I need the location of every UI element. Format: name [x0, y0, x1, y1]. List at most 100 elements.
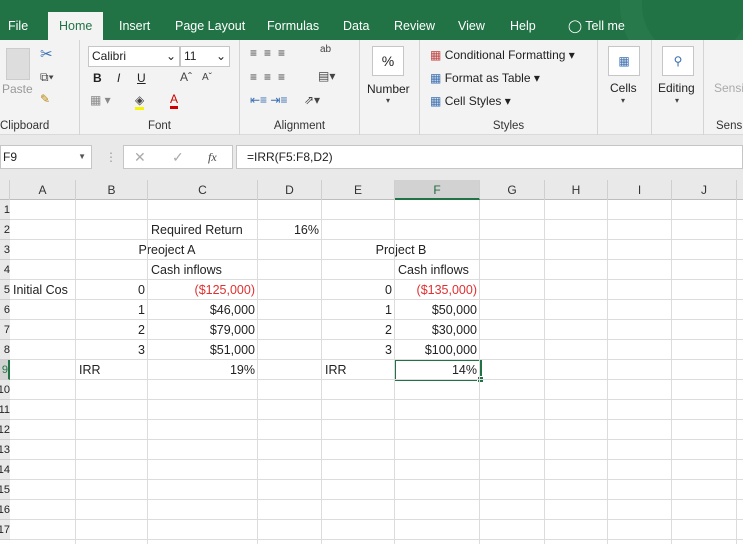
- tab-data[interactable]: Data: [335, 12, 377, 40]
- column-header-D[interactable]: D: [258, 180, 322, 200]
- increase-font-icon[interactable]: Aˆ: [180, 70, 192, 84]
- column-header-H[interactable]: H: [545, 180, 608, 200]
- enter-icon[interactable]: ✓: [172, 149, 184, 166]
- column-header-B[interactable]: B: [76, 180, 148, 200]
- row-header-9[interactable]: 9: [0, 360, 10, 380]
- cell-styles-button[interactable]: ▦ Cell Styles ▾: [430, 94, 511, 108]
- cell-B9[interactable]: IRR: [76, 360, 148, 380]
- sensitivity-group[interactable]: Sensi Sensi: [704, 40, 743, 135]
- horizontal-align-icons[interactable]: ≡≡≡: [250, 70, 292, 84]
- sensitivity-button[interactable]: Sensi: [714, 81, 743, 95]
- format-as-table-button[interactable]: ▦ Format as Table ▾: [430, 71, 540, 85]
- row-header-17[interactable]: 17: [0, 520, 10, 540]
- active-cell-selection[interactable]: [394, 359, 484, 383]
- row-header-12[interactable]: 12: [0, 420, 10, 440]
- font-size-select[interactable]: 11 ⌄: [180, 46, 230, 67]
- column-header-E[interactable]: E: [322, 180, 395, 200]
- conditional-formatting-button[interactable]: ▦ Conditional Formatting ▾: [430, 48, 575, 62]
- cut-icon[interactable]: ✂: [40, 45, 53, 63]
- tab-file[interactable]: File: [0, 12, 36, 40]
- row-header-1[interactable]: 1: [0, 200, 10, 220]
- cell-D2[interactable]: 16%: [258, 220, 322, 240]
- name-box[interactable]: F9 ▼: [0, 145, 92, 169]
- insert-function-icon[interactable]: fx: [208, 150, 217, 165]
- italic-button[interactable]: I: [117, 71, 120, 85]
- merge-center-icon[interactable]: ▤▾: [318, 69, 335, 83]
- select-all-button[interactable]: [0, 180, 10, 200]
- row-header-16[interactable]: 16: [0, 500, 10, 520]
- editing-group[interactable]: ⚲ Editing ▾: [652, 40, 704, 135]
- formula-input[interactable]: =IRR(F5:F8,D2): [236, 145, 743, 169]
- cell-F5[interactable]: ($135,000): [395, 280, 480, 300]
- tab-view[interactable]: View: [450, 12, 493, 40]
- row-header-4[interactable]: 4: [0, 260, 10, 280]
- underline-button[interactable]: U: [137, 71, 146, 85]
- row-header-6[interactable]: 6: [0, 300, 10, 320]
- bold-button[interactable]: B: [93, 71, 102, 85]
- cell-C7[interactable]: $79,000: [148, 320, 258, 340]
- column-header-J[interactable]: J: [672, 180, 737, 200]
- cell-F8[interactable]: $100,000: [395, 340, 480, 360]
- cell-F7[interactable]: $30,000: [395, 320, 480, 340]
- column-header-F[interactable]: F: [395, 180, 480, 200]
- font-name-select[interactable]: Calibri ⌄: [88, 46, 180, 67]
- decrease-font-icon[interactable]: Aˇ: [202, 72, 212, 83]
- borders-icon[interactable]: ▦ ▾: [90, 93, 111, 107]
- font-color-icon[interactable]: A: [170, 92, 179, 109]
- row-header-2[interactable]: 2: [0, 220, 10, 240]
- row-header-11[interactable]: 11: [0, 400, 10, 420]
- format-painter-icon[interactable]: ✎: [40, 92, 50, 106]
- cell-F3[interactable]: Project B: [322, 240, 480, 260]
- cell-B5[interactable]: 0: [76, 280, 148, 300]
- cell-C8[interactable]: $51,000: [148, 340, 258, 360]
- cell-E9[interactable]: IRR: [322, 360, 395, 380]
- percent-button[interactable]: %: [372, 46, 404, 76]
- vertical-align-icons[interactable]: ≡≡≡: [250, 46, 292, 60]
- cell-E8[interactable]: 3: [322, 340, 395, 360]
- tab-review[interactable]: Review: [386, 12, 443, 40]
- row-header-5[interactable]: 5: [0, 280, 10, 300]
- cell-E7[interactable]: 2: [322, 320, 395, 340]
- copy-icon[interactable]: ⧉▾: [40, 70, 54, 85]
- row-header-14[interactable]: 14: [0, 460, 10, 480]
- tab-home[interactable]: Home: [48, 12, 104, 40]
- row-header-15[interactable]: 15: [0, 480, 10, 500]
- tab-help[interactable]: Help: [502, 12, 544, 40]
- cell-E6[interactable]: 1: [322, 300, 395, 320]
- cells-group[interactable]: ▦ Cells ▾: [598, 40, 652, 135]
- indent-icons[interactable]: ⇤≡ ⇥≡: [250, 93, 287, 107]
- number-button[interactable]: Number: [367, 82, 410, 96]
- column-header-A[interactable]: A: [10, 180, 76, 200]
- row-header-8[interactable]: 8: [0, 340, 10, 360]
- row-header-13[interactable]: 13: [0, 440, 10, 460]
- tab-insert[interactable]: Insert: [111, 12, 158, 40]
- cancel-icon[interactable]: ✕: [134, 149, 146, 166]
- tell-me[interactable]: ◯ Tell me: [560, 12, 633, 40]
- wrap-text-icon[interactable]: ab: [320, 44, 331, 55]
- cell-F4[interactable]: Cash inflows: [395, 260, 480, 280]
- cell-B6[interactable]: 1: [76, 300, 148, 320]
- row-header-3[interactable]: 3: [0, 240, 10, 260]
- tab-formulas[interactable]: Formulas: [259, 12, 327, 40]
- cell-C9[interactable]: 19%: [148, 360, 258, 380]
- row-header-7[interactable]: 7: [0, 320, 10, 340]
- paste-icon[interactable]: [6, 48, 30, 80]
- fill-color-icon[interactable]: ◈: [135, 93, 145, 110]
- cell-C5[interactable]: ($125,000): [148, 280, 258, 300]
- cell-C3[interactable]: Preoject A: [76, 240, 258, 260]
- column-header-G[interactable]: G: [480, 180, 545, 200]
- paste-button[interactable]: Paste: [2, 82, 33, 96]
- cell-F6[interactable]: $50,000: [395, 300, 480, 320]
- column-header-C[interactable]: C: [148, 180, 258, 200]
- orientation-icon[interactable]: ⇗▾: [304, 93, 320, 107]
- column-header-I[interactable]: I: [608, 180, 672, 200]
- tab-page-layout[interactable]: Page Layout: [167, 12, 253, 40]
- cell-B7[interactable]: 2: [76, 320, 148, 340]
- cell-C6[interactable]: $46,000: [148, 300, 258, 320]
- cell-C2[interactable]: Required Return: [148, 220, 258, 240]
- row-header-10[interactable]: 10: [0, 380, 10, 400]
- cell-B8[interactable]: 3: [76, 340, 148, 360]
- cell-C4[interactable]: Cash inflows: [148, 260, 258, 280]
- cell-A5[interactable]: Initial Cos: [10, 280, 76, 300]
- cell-E5[interactable]: 0: [322, 280, 395, 300]
